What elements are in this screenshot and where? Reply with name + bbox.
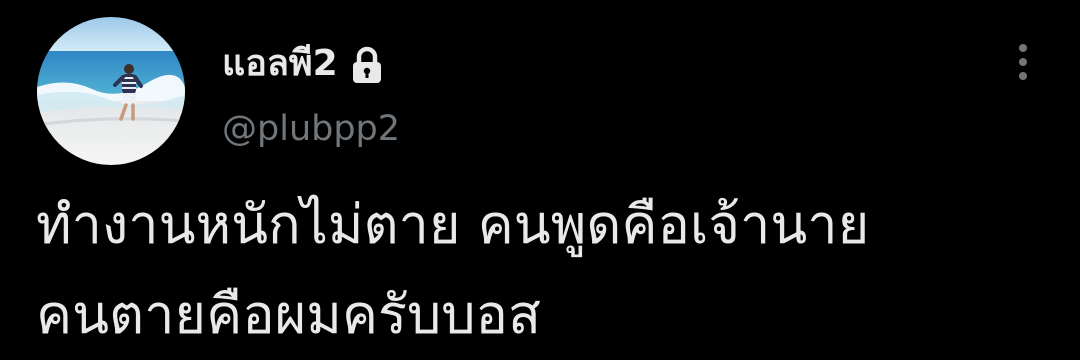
display-name[interactable]: แอลพี2: [222, 38, 338, 90]
more-dot: [1019, 58, 1027, 66]
avatar[interactable]: [37, 17, 185, 165]
display-name-row: แอลพี2: [222, 38, 384, 90]
tweet-line: คนตายคือผมครับบอส: [36, 283, 541, 346]
more-vertical-icon[interactable]: [1006, 40, 1040, 84]
more-dot: [1019, 44, 1027, 52]
tweet-text: ทำงานหนักไม่ตาย คนพูดคือเจ้านาย คนตายคือ…: [36, 180, 1056, 360]
tweet-card: แอลพี2 @plubpp2 ทำงานหนักไม่ตาย คนพูดคือ…: [0, 0, 1080, 360]
user-handle[interactable]: @plubpp2: [222, 104, 400, 154]
tweet-line: ทำงานหนักไม่ตาย คนพูดคือเจ้านาย: [36, 193, 870, 256]
more-dot: [1019, 72, 1027, 80]
lock-icon: [350, 45, 384, 85]
beach-photo-avatar: [37, 17, 185, 165]
